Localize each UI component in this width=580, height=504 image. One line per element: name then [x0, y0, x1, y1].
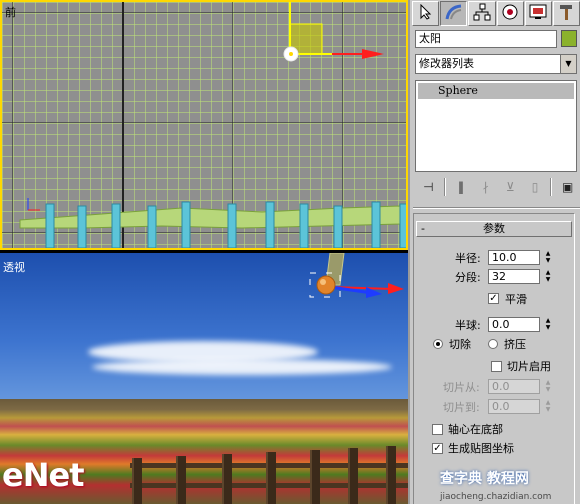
- pin-stack-icon[interactable]: ⊣: [419, 178, 438, 196]
- squash-radio[interactable]: [488, 339, 498, 349]
- modifier-list-dropdown[interactable]: 修改器列表 ▼: [415, 54, 577, 74]
- slice-to-spinner-arrows[interactable]: ▲ ▼: [543, 399, 553, 414]
- show-end-result-icon[interactable]: ‖: [452, 178, 471, 196]
- persp-viewport-label[interactable]: 透视: [3, 259, 25, 275]
- display-tab[interactable]: [524, 1, 552, 26]
- slice-to-label: 切片到:: [443, 401, 480, 414]
- utilities-tab[interactable]: [552, 1, 580, 26]
- front-axis-tripod-icon: [27, 198, 40, 211]
- modifier-stack[interactable]: Sphere: [415, 80, 577, 172]
- radius-spinner-arrows[interactable]: ▲ ▼: [543, 250, 553, 265]
- segments-spinner-arrows[interactable]: ▲ ▼: [543, 269, 553, 284]
- remove-modifier-icon[interactable]: ⊻: [501, 178, 520, 196]
- segments-input[interactable]: 32: [488, 269, 540, 284]
- arrow-cursor-icon: [419, 3, 433, 23]
- base-to-pivot-checkbox[interactable]: [432, 424, 443, 435]
- slice-from-label: 切片从:: [443, 381, 480, 394]
- gen-mapping-checkbox[interactable]: ✓: [432, 443, 443, 454]
- hierarchy-tab[interactable]: [468, 1, 496, 26]
- hemisphere-spinner-arrows[interactable]: ▲ ▼: [543, 317, 553, 332]
- smooth-checkbox[interactable]: ✓: [488, 293, 499, 304]
- configure-sets-icon[interactable]: ▣: [558, 178, 577, 196]
- chop-label[interactable]: 切除: [449, 336, 471, 352]
- object-name-field[interactable]: 太阳: [415, 30, 557, 48]
- modifier-list-label: 修改器列表: [419, 57, 474, 70]
- hierarchy-icon: [473, 3, 491, 24]
- parameters-rollout-header[interactable]: - 参数: [416, 221, 572, 237]
- viewports-area: 前 透视 eNet: [0, 0, 408, 504]
- create-tab[interactable]: [412, 1, 440, 26]
- gen-mapping-label[interactable]: 生成贴图坐标: [448, 440, 514, 456]
- hemisphere-input[interactable]: 0.0: [488, 317, 540, 332]
- trash-icon[interactable]: ▯: [526, 178, 545, 196]
- smooth-label[interactable]: 平滑: [505, 291, 527, 307]
- slice-on-label[interactable]: 切片启用: [507, 358, 551, 374]
- command-panel-tabs: [412, 1, 580, 27]
- collapse-icon: -: [421, 222, 425, 235]
- front-scene: [19, 2, 408, 248]
- chop-radio[interactable]: [433, 339, 443, 349]
- squash-label[interactable]: 挤压: [504, 336, 526, 352]
- slice-from-spinner-arrows[interactable]: ▲ ▼: [543, 379, 553, 394]
- slice-from-input[interactable]: 0.0: [488, 379, 540, 394]
- make-unique-icon[interactable]: ∤: [476, 178, 495, 196]
- display-icon: [529, 3, 547, 24]
- hammer-icon: [557, 3, 575, 24]
- front-move-gizmo[interactable]: [289, 2, 384, 59]
- rollout-divider: [413, 207, 580, 209]
- object-color-swatch[interactable]: [561, 30, 577, 47]
- slice-on-checkbox[interactable]: [491, 361, 502, 372]
- hemisphere-label: 半球:: [455, 319, 481, 332]
- slice-to-input[interactable]: 0.0: [488, 399, 540, 414]
- rollout-title: 参数: [483, 222, 505, 235]
- modify-tab[interactable]: [440, 1, 468, 26]
- front-viewport[interactable]: 前: [0, 0, 408, 250]
- chevron-down-icon[interactable]: ▼: [560, 55, 576, 73]
- front-fence-mesh[interactable]: [19, 201, 408, 248]
- stack-item-sphere[interactable]: Sphere: [418, 83, 574, 99]
- base-to-pivot-label[interactable]: 轴心在底部: [448, 421, 503, 437]
- motion-icon: [501, 3, 519, 24]
- curve-icon: [445, 3, 463, 24]
- watermark-logo: eNet: [2, 456, 84, 494]
- watermark-url: jiaocheng.chazidian.com: [440, 492, 552, 502]
- motion-tab[interactable]: [496, 1, 524, 26]
- radius-input[interactable]: 10.0: [488, 250, 540, 265]
- toolbar-separator: [443, 178, 446, 196]
- radius-label: 半径:: [455, 252, 481, 265]
- toolbar-separator: [550, 178, 553, 196]
- stack-toolbar: ⊣ ‖ ∤ ⊻ ▯ ▣: [415, 176, 577, 198]
- sun-sphere-persp[interactable]: [316, 275, 336, 295]
- segments-label: 分段:: [455, 271, 481, 284]
- watermark-text: 查字典 教程网: [440, 471, 529, 487]
